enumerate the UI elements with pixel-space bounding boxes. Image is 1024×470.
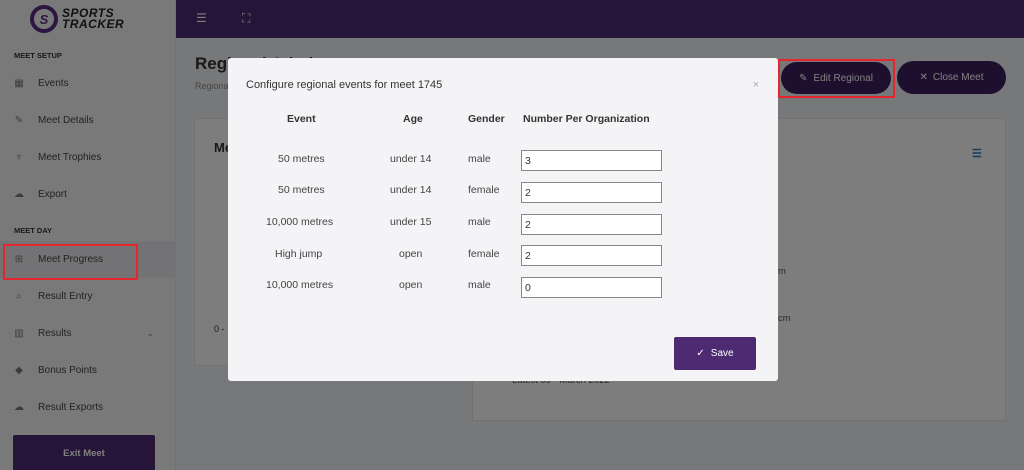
cell-age: under 15 — [390, 216, 432, 228]
header-event: Event — [287, 113, 316, 125]
highlight-box-meet-progress — [3, 244, 138, 280]
cell-age: open — [399, 248, 423, 260]
modal-close-icon[interactable]: × — [753, 79, 759, 91]
cell-event: 10,000 metres — [266, 216, 334, 228]
header-number: Number Per Organization — [523, 113, 650, 125]
number-input[interactable] — [521, 245, 662, 266]
cell-event: 50 metres — [278, 153, 325, 165]
number-input[interactable] — [521, 182, 662, 203]
number-input[interactable] — [521, 150, 662, 171]
highlight-box-edit-regional — [778, 59, 895, 98]
cell-gender: male — [468, 216, 491, 228]
configure-regional-modal: Configure regional events for meet 1745 … — [228, 58, 778, 381]
cell-gender: female — [468, 248, 500, 260]
save-button[interactable]: ✓ Save — [674, 337, 756, 370]
number-input[interactable] — [521, 214, 662, 235]
header-gender: Gender — [468, 113, 505, 125]
header-age: Age — [403, 113, 423, 125]
cell-gender: male — [468, 153, 491, 165]
cell-event: 10,000 metres — [266, 279, 334, 291]
cell-age: under 14 — [390, 153, 432, 165]
check-icon: ✓ — [696, 348, 705, 359]
cell-age: open — [399, 279, 423, 291]
number-input[interactable] — [521, 277, 662, 298]
cell-event: High jump — [275, 248, 323, 260]
cell-gender: male — [468, 279, 491, 291]
save-label: Save — [710, 348, 734, 359]
cell-event: 50 metres — [278, 184, 325, 196]
cell-gender: female — [468, 184, 500, 196]
cell-age: under 14 — [390, 184, 432, 196]
modal-title: Configure regional events for meet 1745 — [246, 79, 443, 91]
